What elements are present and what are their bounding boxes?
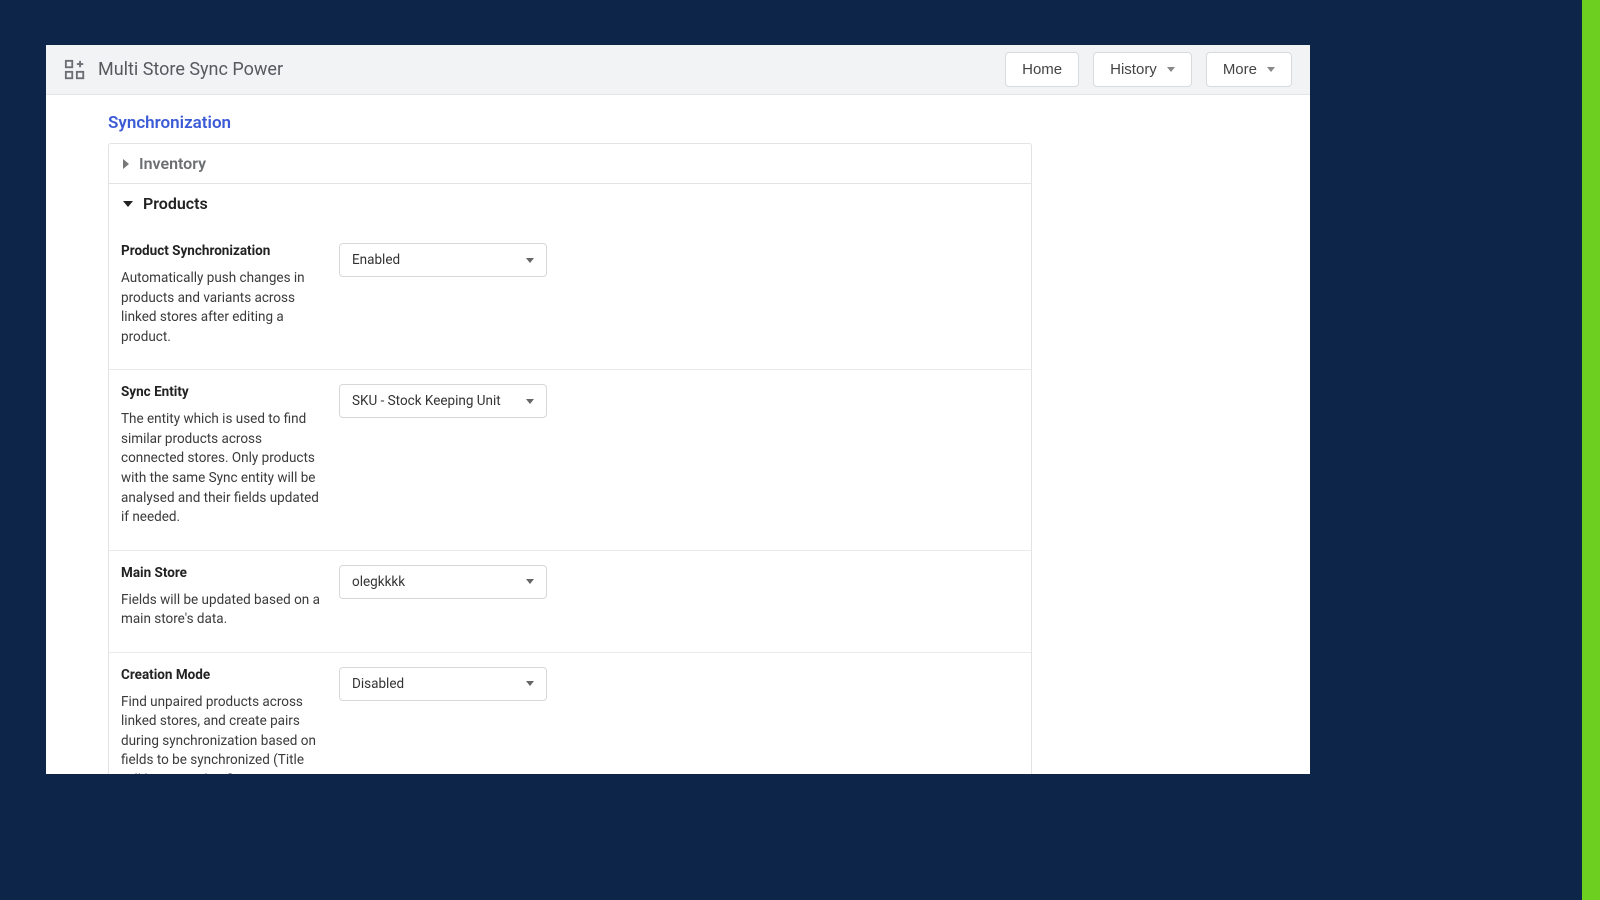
app-header: Multi Store Sync Power Home History More xyxy=(46,45,1310,95)
setting-creation-mode: Creation Mode Find unpaired products acr… xyxy=(109,653,1031,774)
setting-desc: Find unpaired products across linked sto… xyxy=(121,693,321,774)
accordion-products-label: Products xyxy=(143,194,208,213)
setting-left: Sync Entity The entity which is used to … xyxy=(121,384,339,527)
select-value: olegkkkk xyxy=(352,574,405,590)
home-button-label: Home xyxy=(1022,61,1062,78)
caret-down-icon xyxy=(1167,67,1175,72)
accordion-products-content: Product Synchronization Automatically pu… xyxy=(109,223,1031,774)
setting-right: SKU - Stock Keeping Unit xyxy=(339,384,547,527)
app-frame: Multi Store Sync Power Home History More… xyxy=(46,45,1310,774)
header-buttons: Home History More xyxy=(1005,52,1292,87)
setting-title: Product Synchronization xyxy=(121,243,321,259)
app-title: Multi Store Sync Power xyxy=(98,59,283,80)
chevron-right-icon xyxy=(123,159,129,169)
setting-desc: Fields will be updated based on a main s… xyxy=(121,591,321,630)
accordion-products[interactable]: Products xyxy=(109,184,1031,223)
setting-right: Disabled xyxy=(339,667,547,774)
page-body: Synchronization Inventory Products Produ… xyxy=(46,95,1310,774)
caret-down-icon xyxy=(1267,67,1275,72)
setting-sync-entity: Sync Entity The entity which is used to … xyxy=(109,370,1031,550)
setting-title: Creation Mode xyxy=(121,667,321,683)
app-icon xyxy=(64,59,86,81)
setting-left: Creation Mode Find unpaired products acr… xyxy=(121,667,339,774)
more-button-label: More xyxy=(1223,61,1257,78)
app-title-wrap: Multi Store Sync Power xyxy=(64,59,283,81)
product-sync-select[interactable]: Enabled xyxy=(339,243,547,277)
chevron-down-icon xyxy=(123,201,133,207)
history-button[interactable]: History xyxy=(1093,52,1192,87)
caret-down-icon xyxy=(526,681,534,686)
setting-left: Product Synchronization Automatically pu… xyxy=(121,243,339,347)
setting-main-store: Main Store Fields will be updated based … xyxy=(109,551,1031,653)
main-store-select[interactable]: olegkkkk xyxy=(339,565,547,599)
accordion-inventory[interactable]: Inventory xyxy=(109,144,1031,184)
creation-mode-select[interactable]: Disabled xyxy=(339,667,547,701)
setting-desc: The entity which is used to find similar… xyxy=(121,410,321,527)
more-button[interactable]: More xyxy=(1206,52,1292,87)
accordion-inventory-label: Inventory xyxy=(139,154,206,173)
select-value: Enabled xyxy=(352,252,400,268)
decorative-stripe xyxy=(1582,0,1600,900)
history-button-label: History xyxy=(1110,61,1157,78)
setting-title: Main Store xyxy=(121,565,321,581)
home-button[interactable]: Home xyxy=(1005,52,1079,87)
setting-desc: Automatically push changes in products a… xyxy=(121,269,321,347)
page-title: Synchronization xyxy=(108,113,1310,133)
sync-entity-select[interactable]: SKU - Stock Keeping Unit xyxy=(339,384,547,418)
select-value: Disabled xyxy=(352,676,404,692)
setting-product-sync: Product Synchronization Automatically pu… xyxy=(109,229,1031,370)
setting-left: Main Store Fields will be updated based … xyxy=(121,565,339,630)
caret-down-icon xyxy=(526,579,534,584)
setting-right: Enabled xyxy=(339,243,547,347)
select-value: SKU - Stock Keeping Unit xyxy=(352,393,501,409)
settings-panel: Inventory Products Product Synchronizati… xyxy=(108,143,1032,774)
setting-title: Sync Entity xyxy=(121,384,321,400)
setting-right: olegkkkk xyxy=(339,565,547,630)
caret-down-icon xyxy=(526,399,534,404)
caret-down-icon xyxy=(526,258,534,263)
